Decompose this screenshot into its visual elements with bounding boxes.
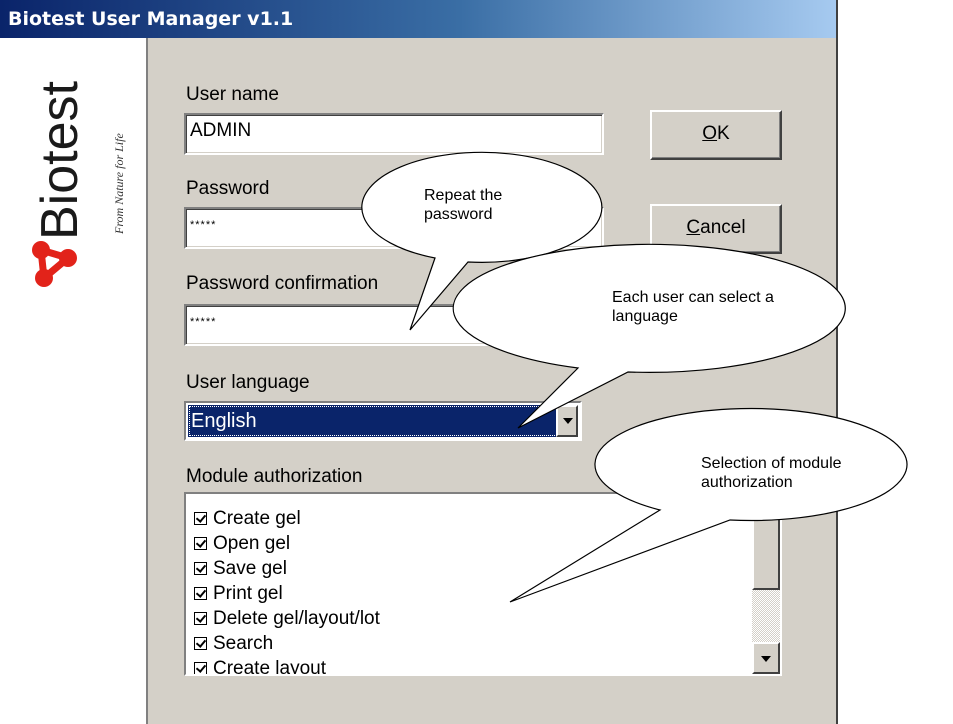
brand-tagline: From Nature for Life: [112, 133, 126, 234]
list-item[interactable]: Open gel: [194, 533, 290, 555]
window-title: Biotest User Manager v1.1: [8, 8, 294, 30]
cancel-button[interactable]: Cancel: [650, 204, 782, 254]
password-label: Password: [186, 178, 270, 199]
list-item[interactable]: Delete gel/layout/lot: [194, 608, 380, 630]
checkbox-checked-icon[interactable]: [194, 637, 207, 650]
checkbox-checked-icon[interactable]: [194, 512, 207, 525]
vertical-scrollbar[interactable]: [752, 494, 780, 674]
ok-button[interactable]: OK: [650, 110, 782, 160]
user-name-value: ADMIN: [190, 120, 252, 141]
chevron-down-icon: [563, 418, 573, 424]
user-manager-window: Biotest User Manager v1.1 Biotest From N…: [0, 0, 838, 724]
biotest-logo-icon: [32, 241, 77, 287]
user-language-select[interactable]: English: [184, 401, 582, 441]
list-item[interactable]: Save gel: [194, 558, 287, 580]
callout-password-text: Repeat the password: [424, 187, 503, 223]
module-authorization-label: Module authorization: [186, 466, 363, 487]
list-item[interactable]: Create layout: [194, 658, 326, 674]
callout-language-text: Each user can select a language: [612, 289, 774, 325]
title-bar[interactable]: Biotest User Manager v1.1: [0, 0, 836, 38]
list-item[interactable]: Print gel: [194, 583, 283, 605]
checkbox-checked-icon[interactable]: [194, 587, 207, 600]
password-confirmation-label: Password confirmation: [186, 273, 379, 294]
password-confirmation-input[interactable]: *****: [184, 304, 604, 346]
callout-modules-text: Selection of module authorization: [701, 455, 842, 491]
user-language-selected: English: [188, 405, 562, 437]
arrow-down-icon: [761, 656, 771, 662]
password-input[interactable]: *****: [184, 207, 604, 249]
scroll-thumb[interactable]: [752, 494, 780, 590]
checkbox-checked-icon[interactable]: [194, 537, 207, 550]
list-item[interactable]: Create gel: [194, 508, 301, 530]
password-value: *****: [190, 219, 217, 231]
scroll-down-button[interactable]: [752, 642, 780, 674]
checkbox-checked-icon[interactable]: [194, 612, 207, 625]
checkbox-checked-icon[interactable]: [194, 662, 207, 674]
dropdown-button[interactable]: [556, 405, 578, 437]
logo-panel: Biotest From Nature for Life: [0, 38, 148, 724]
user-name-input[interactable]: ADMIN: [184, 113, 604, 155]
list-item[interactable]: Search: [194, 633, 273, 655]
user-name-label: User name: [186, 84, 279, 105]
module-authorization-list[interactable]: Create gel Open gel Save gel Print gel D…: [184, 492, 782, 676]
checkbox-checked-icon[interactable]: [194, 562, 207, 575]
password-confirmation-value: *****: [190, 316, 217, 328]
user-language-label: User language: [186, 372, 310, 393]
brand-logo-text: Biotest: [31, 81, 89, 240]
